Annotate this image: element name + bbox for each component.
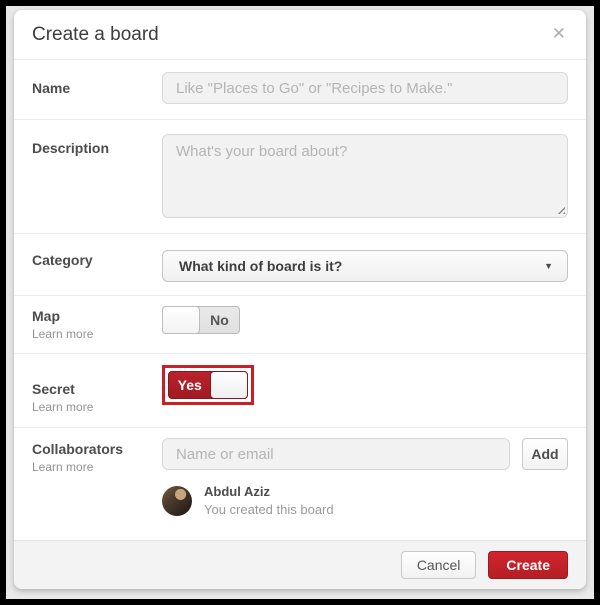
map-toggle[interactable]: No <box>162 306 240 334</box>
category-select[interactable]: What kind of board is it? ▼ <box>162 250 568 282</box>
category-label: Category <box>32 252 162 268</box>
secret-toggle[interactable]: Yes <box>168 371 248 399</box>
description-textarea[interactable] <box>162 134 568 218</box>
collaborators-learn-more-link[interactable]: Learn more <box>32 460 162 474</box>
create-button[interactable]: Create <box>488 551 568 579</box>
dialog-footer: Cancel Create <box>14 540 586 589</box>
description-control <box>162 120 568 218</box>
toggle-knob <box>210 371 248 399</box>
category-select-value: What kind of board is it? <box>179 258 342 274</box>
collaborators-label-block: Collaborators Learn more <box>32 428 162 474</box>
secret-toggle-state-label: Yes <box>169 372 210 398</box>
collaborator-input[interactable] <box>162 438 510 470</box>
page-title: Create a board <box>32 24 159 46</box>
description-label-block: Description <box>32 120 162 156</box>
description-textarea-wrap <box>162 134 568 218</box>
secret-label: Secret <box>32 381 162 397</box>
map-control: No <box>162 296 568 334</box>
category-label-block: Category <box>32 234 162 268</box>
name-label: Name <box>32 80 162 96</box>
category-control: What kind of board is it? ▼ <box>162 234 568 282</box>
name-control <box>162 60 568 104</box>
create-board-dialog: Create a board ✕ Name Description <box>14 10 586 589</box>
secret-label-block: Secret Learn more <box>32 354 162 414</box>
row-category: Category What kind of board is it? ▼ <box>14 234 586 296</box>
row-map: Map Learn more No <box>14 296 586 354</box>
dialog-header: Create a board ✕ <box>14 10 586 60</box>
collaborator-owner-row: Abdul Aziz You created this board <box>162 484 568 517</box>
map-label: Map <box>32 308 162 324</box>
add-button[interactable]: Add <box>522 438 568 470</box>
name-input[interactable] <box>162 72 568 104</box>
map-toggle-state-label: No <box>200 307 239 333</box>
toggle-knob <box>162 306 200 334</box>
row-secret: Secret Learn more Yes <box>14 354 586 428</box>
cancel-button[interactable]: Cancel <box>401 551 477 579</box>
collaborators-label: Collaborators <box>32 441 162 457</box>
secret-highlight-annotation: Yes <box>162 365 254 405</box>
row-name: Name <box>14 60 586 120</box>
owner-note: You created this board <box>204 502 334 517</box>
collaborators-control: Add Abdul Aziz You created this board <box>162 428 568 517</box>
secret-control: Yes <box>162 354 568 405</box>
map-learn-more-link[interactable]: Learn more <box>32 327 162 341</box>
chevron-down-icon: ▼ <box>544 261 553 271</box>
map-label-block: Map Learn more <box>32 296 162 341</box>
collaborator-input-line: Add <box>162 438 568 470</box>
row-description: Description <box>14 120 586 234</box>
avatar <box>162 486 192 516</box>
owner-name: Abdul Aziz <box>204 484 334 499</box>
page-backdrop: Create a board ✕ Name Description <box>6 6 594 599</box>
owner-text-block: Abdul Aziz You created this board <box>204 484 334 517</box>
secret-learn-more-link[interactable]: Learn more <box>32 400 162 414</box>
name-label-block: Name <box>32 60 162 96</box>
description-label: Description <box>32 140 162 156</box>
close-icon[interactable]: ✕ <box>550 24 568 45</box>
row-collaborators: Collaborators Learn more Add Abdul Aziz … <box>14 428 586 540</box>
